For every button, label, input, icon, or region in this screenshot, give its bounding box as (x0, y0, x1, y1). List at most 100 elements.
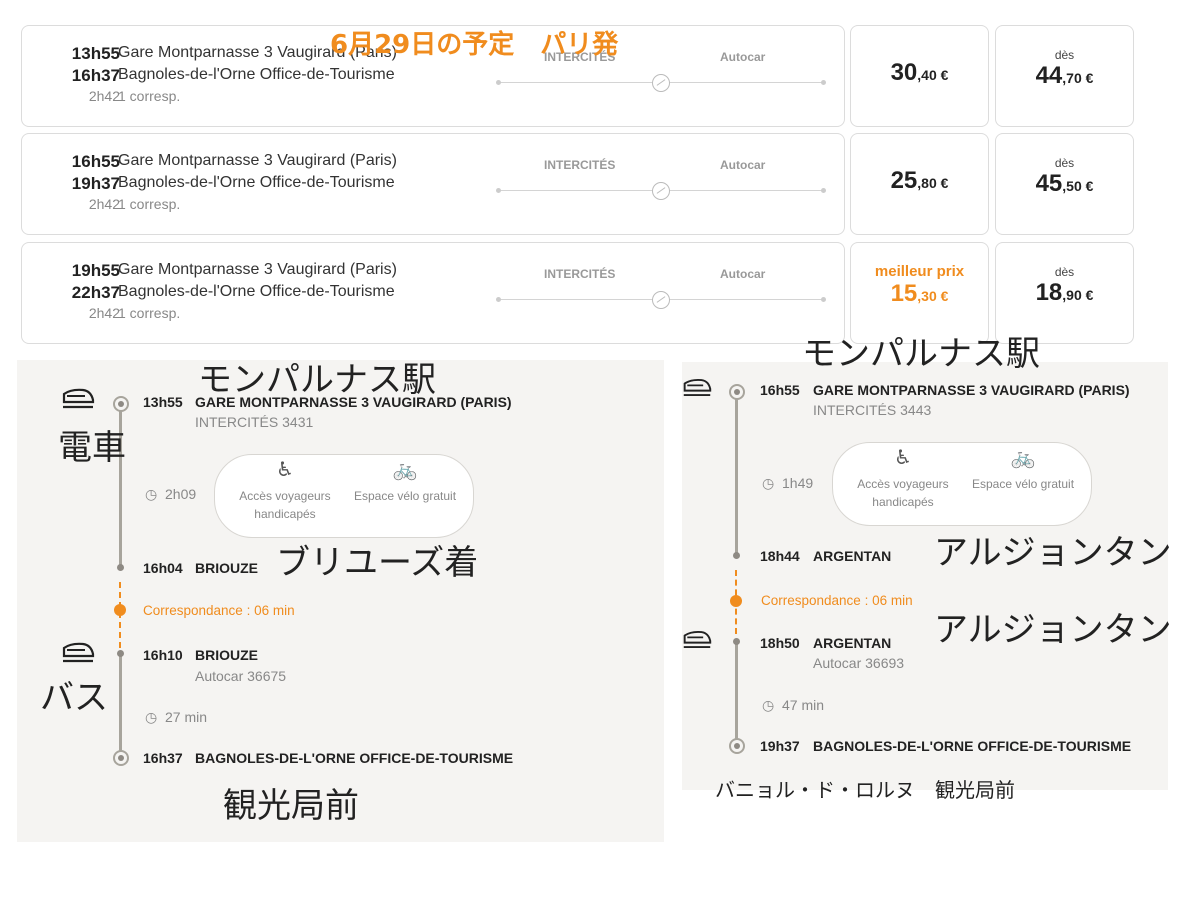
price-first-class[interactable]: dès 44,70 € (995, 25, 1134, 127)
arrival-station: ARGENTAN (813, 548, 892, 564)
stop-marker (117, 650, 124, 657)
departure-time: 18h50 (760, 635, 800, 651)
departure-stop-marker (113, 396, 129, 412)
amenities-bubble: ♿ Accès voyageurs handicapés 🚲 Espace vélo… (832, 442, 1092, 526)
origin-station: Gare Montparnasse 3 Vaugirard (Paris) (118, 152, 397, 169)
feature-label: Accès voyageurs handicapés (239, 489, 331, 521)
trip-card[interactable]: 16h55 19h37 2h42 Gare Montparnasse 3 Vaugir… (21, 133, 845, 235)
mode-intercites: INTERCITÉS (544, 158, 616, 172)
leg2-duration: ◷ 27 min (145, 709, 207, 726)
duration-value: 1h49 (782, 475, 814, 491)
note-bagnoles-tourism-office: バニョル・ド・ロルヌ 観光局前 (715, 778, 1015, 802)
final-time: 19h37 (760, 738, 800, 754)
departure-station: ARGENTAN (813, 635, 892, 651)
price-second-class[interactable]: 30,40 € (850, 25, 989, 127)
price-second-class[interactable]: 25,80 € (850, 133, 989, 235)
mode-autocar: Autocar (720, 158, 766, 172)
best-price-label: meilleur prix (874, 263, 965, 280)
destination-station: Bagnoles-de-l'Orne Office-de-Tourisme (118, 174, 395, 191)
connections-count: 1 corresp. (118, 196, 181, 212)
bike-feature: 🚲 Espace vélo gratuit (963, 447, 1083, 493)
bus-number: Autocar 36693 (813, 655, 905, 671)
price-value: 25,80 € (851, 134, 988, 195)
arrival-time: 16h37 (71, 66, 120, 85)
trip-duration: 2h42 (88, 88, 120, 104)
note-argentan-arrival: アルジョンタン (934, 533, 1172, 573)
price-first-class[interactable]: dès 45,50 € (995, 133, 1134, 235)
price-integer: 15 (890, 280, 918, 307)
price-value: 45,50 € (996, 170, 1133, 198)
departure-station: BRIOUZE (195, 647, 258, 663)
trip-duration: 2h42 (88, 196, 120, 212)
price-value: 18,90 € (996, 279, 1133, 307)
departure-station: GARE MONTPARNASSE 3 VAUGIRARD (PARIS) (813, 382, 1130, 398)
from-price-label: dès (1054, 48, 1075, 62)
clock-icon: ◷ (145, 709, 158, 725)
price-decimal: ,70 € (1062, 70, 1094, 86)
track-start-dot (496, 297, 501, 302)
from-price-label: dès (1054, 156, 1075, 170)
track-start-dot (496, 188, 501, 193)
correspondance-marker (730, 595, 742, 607)
feature-label: Espace vélo gratuit (353, 489, 457, 503)
note-briouze: ブリユーズ着 (276, 543, 479, 583)
wheelchair-icon: ♿ (894, 447, 912, 469)
bus-number: Autocar 36675 (195, 668, 287, 684)
mode-autocar: Autocar (720, 267, 766, 281)
note-argentan-departure: アルジョンタン (934, 610, 1172, 650)
no-wifi-icon (652, 182, 670, 200)
origin-station: Gare Montparnasse 3 Vaugirard (Paris) (118, 261, 397, 278)
trip-card[interactable]: 19h55 22h37 2h42 Gare Montparnasse 3 Vaugir… (21, 242, 845, 344)
final-stop-marker (729, 738, 745, 754)
departure-time: 16h10 (143, 647, 183, 663)
final-station: BAGNOLES-DE-L'ORNE OFFICE-DE-TOURISME (195, 750, 514, 766)
feature-label: Accès voyageurs handicapés (857, 477, 949, 509)
amenities-bubble: ♿ Accès voyageurs handicapés 🚲 Espace vélo… (214, 454, 474, 538)
best-price-block: meilleur prix 15,30 € (851, 243, 988, 308)
route-track (496, 182, 826, 200)
departure-time: 13h55 (143, 394, 183, 410)
right-journey-detail: 16h55 GARE MONTPARNASSE 3 VAUGIRARD (PAR… (682, 362, 1168, 790)
from-price-label: dès (1054, 265, 1075, 279)
bus-icon (62, 642, 95, 663)
bicycle-icon: 🚲 (392, 459, 418, 481)
departure-stop-marker (729, 384, 745, 400)
final-stop-marker (113, 750, 129, 766)
train-number: INTERCITÉS 3443 (813, 402, 932, 418)
departure-time: 19h55 (71, 261, 120, 280)
track-end-dot (821, 188, 826, 193)
train-icon (683, 378, 712, 397)
route-track (496, 74, 826, 92)
clock-icon: ◷ (762, 475, 775, 491)
price-decimal: ,90 € (1062, 287, 1094, 303)
stop-marker (117, 564, 124, 571)
no-wifi-icon (652, 74, 670, 92)
arrival-time: 18h44 (760, 548, 800, 564)
correspondance-label: Correspondance : 06 min (761, 593, 913, 608)
bike-feature: 🚲 Espace vélo gratuit (345, 459, 465, 505)
feature-label: Espace vélo gratuit (971, 477, 1075, 491)
clock-icon: ◷ (762, 697, 775, 713)
overlay-title: 6月29日の予定 パリ発 (330, 30, 619, 60)
price-decimal: ,40 € (917, 67, 949, 83)
departure-time: 16h55 (71, 152, 120, 171)
trip-duration: 2h42 (88, 305, 120, 321)
duration-value: 2h09 (165, 486, 197, 502)
bicycle-icon: 🚲 (1010, 447, 1036, 469)
arrival-station: BRIOUZE (195, 560, 258, 576)
accessibility-feature: ♿ Accès voyageurs handicapés (843, 447, 963, 511)
leg1-duration: ◷ 2h09 (145, 486, 196, 503)
wheelchair-icon: ♿ (276, 459, 294, 481)
final-station: BAGNOLES-DE-L'ORNE OFFICE-DE-TOURISME (813, 738, 1132, 754)
price-decimal: ,80 € (917, 175, 949, 191)
price-integer: 18 (1035, 279, 1063, 306)
track-start-dot (496, 80, 501, 85)
price-value: 30,40 € (851, 26, 988, 87)
accessibility-feature: ♿ Accès voyageurs handicapés (225, 459, 345, 523)
arrival-time: 19h37 (71, 174, 120, 193)
no-wifi-icon (652, 291, 670, 309)
clock-icon: ◷ (145, 486, 158, 502)
route-track (496, 291, 826, 309)
track-end-dot (821, 297, 826, 302)
departure-time: 16h55 (760, 382, 800, 398)
